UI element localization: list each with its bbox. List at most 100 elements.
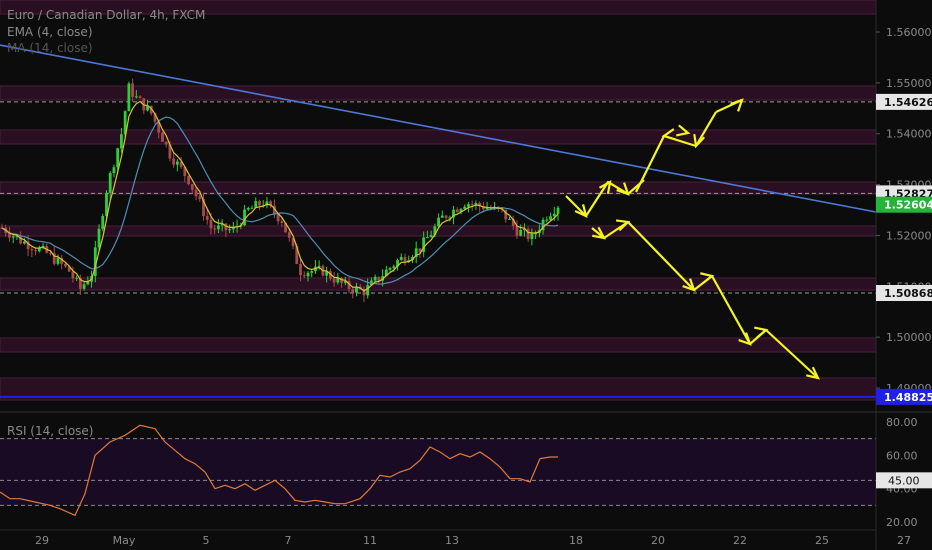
- candle-body: [75, 277, 79, 279]
- candle-body: [515, 225, 519, 236]
- candle-body: [194, 189, 198, 197]
- price-tick-label: 1.50000: [886, 331, 932, 344]
- candle-body: [280, 221, 284, 223]
- candle-body: [403, 256, 407, 263]
- candle-body: [399, 256, 403, 261]
- rsi-tick-label: 20.00: [886, 516, 918, 529]
- time-tick-label: 20: [651, 534, 665, 547]
- price-zone: [0, 129, 877, 145]
- price-zone: [0, 277, 877, 291]
- candle-body: [134, 96, 138, 98]
- candle-body: [246, 208, 250, 210]
- candle-body: [463, 206, 467, 209]
- candle-body: [209, 219, 213, 229]
- price-chart[interactable]: 1.560001.550001.540001.530001.520001.510…: [0, 0, 932, 550]
- candle-body: [429, 235, 433, 238]
- candle-body: [64, 263, 67, 267]
- candle-body: [526, 228, 530, 240]
- candle-body: [213, 228, 217, 230]
- candle-body: [101, 215, 105, 229]
- candle-body: [310, 271, 314, 273]
- candle-body: [366, 285, 370, 296]
- price-tick-label: 1.55000: [886, 77, 932, 90]
- candle-body: [164, 141, 168, 145]
- candle-body: [287, 232, 291, 238]
- price-tag-label: 1.50868: [884, 287, 932, 300]
- symbol-title: Euro / Canadian Dollar, 4h, FXCM: [7, 8, 206, 22]
- candle-body: [351, 289, 355, 293]
- time-tick-label: 25: [815, 534, 829, 547]
- arrow-head: [754, 326, 769, 339]
- candle-body: [34, 250, 37, 252]
- candle-body: [332, 278, 336, 283]
- candle-body: [187, 175, 190, 185]
- candle-body: [228, 229, 232, 231]
- candle-body: [440, 215, 444, 218]
- time-tick-label: 11: [363, 534, 377, 547]
- candle-body: [108, 173, 112, 193]
- candle-body: [377, 276, 381, 281]
- ema-legend: EMA (4, close): [7, 25, 93, 39]
- price-zone: [0, 337, 877, 353]
- ma-legend: MA (14, close): [7, 41, 93, 55]
- candle-body: [373, 276, 377, 281]
- candle-body: [392, 266, 396, 269]
- candle-body: [258, 201, 261, 206]
- time-tick-label: 22: [733, 534, 747, 547]
- price-tag-label: 1.52604: [884, 199, 932, 212]
- candle-body: [455, 209, 459, 213]
- candle-body: [437, 217, 440, 227]
- candle-body: [71, 271, 75, 278]
- chart-window[interactable]: 1.560001.550001.540001.530001.520001.510…: [0, 0, 932, 550]
- rsi-tick-label: 60.00: [886, 449, 918, 462]
- price-zone: [0, 225, 877, 237]
- candle-body: [217, 225, 220, 230]
- candle-body: [82, 284, 86, 289]
- candle-body: [552, 213, 556, 217]
- rsi-tick-label: 80.00: [886, 416, 918, 429]
- candle-body: [470, 204, 474, 206]
- time-tick-label: 29: [35, 534, 49, 547]
- candle-body: [22, 241, 26, 244]
- candle-body: [474, 202, 478, 205]
- rsi-tag-label: 45.00: [888, 474, 920, 487]
- candle-body: [545, 219, 549, 221]
- price-tick-label: 1.56000: [886, 26, 932, 39]
- candle-body: [11, 236, 15, 238]
- candle-body: [198, 196, 202, 200]
- time-tick-label: 18: [569, 534, 583, 547]
- candle-body: [530, 233, 534, 240]
- price-tick-label: 1.54000: [886, 128, 932, 141]
- candle-body: [112, 167, 116, 174]
- rsi-legend: RSI (14, close): [7, 424, 94, 438]
- candle-body: [467, 204, 470, 207]
- candle-body: [508, 218, 511, 220]
- candle-body: [120, 134, 123, 149]
- candle-body: [302, 275, 306, 277]
- candle-body: [138, 96, 142, 99]
- candle-body: [30, 249, 34, 251]
- candle-body: [556, 207, 560, 214]
- candle-body: [425, 237, 429, 239]
- rsi-band: [0, 438, 876, 506]
- candle-body: [56, 257, 60, 264]
- candle-body: [97, 228, 101, 248]
- candle-body: [388, 268, 392, 270]
- candle-body: [444, 215, 448, 218]
- candle-body: [190, 184, 194, 190]
- candle-body: [161, 132, 164, 142]
- price-tick-label: 1.52000: [886, 229, 932, 242]
- time-tick-label: 7: [285, 534, 292, 547]
- candle-body: [254, 201, 258, 208]
- candle-body: [306, 272, 310, 277]
- time-tick-label: May: [113, 534, 136, 547]
- candle-body: [127, 83, 131, 112]
- time-tick-label: 5: [203, 534, 210, 547]
- candle-body: [519, 230, 523, 236]
- time-tick-label: 27: [897, 534, 911, 547]
- price-tag-label: 1.48825: [884, 391, 932, 404]
- price-tag-label: 1.54626: [884, 96, 932, 109]
- time-tick-label: 13: [445, 534, 459, 547]
- candle-body: [299, 263, 302, 276]
- candle-body: [116, 148, 120, 168]
